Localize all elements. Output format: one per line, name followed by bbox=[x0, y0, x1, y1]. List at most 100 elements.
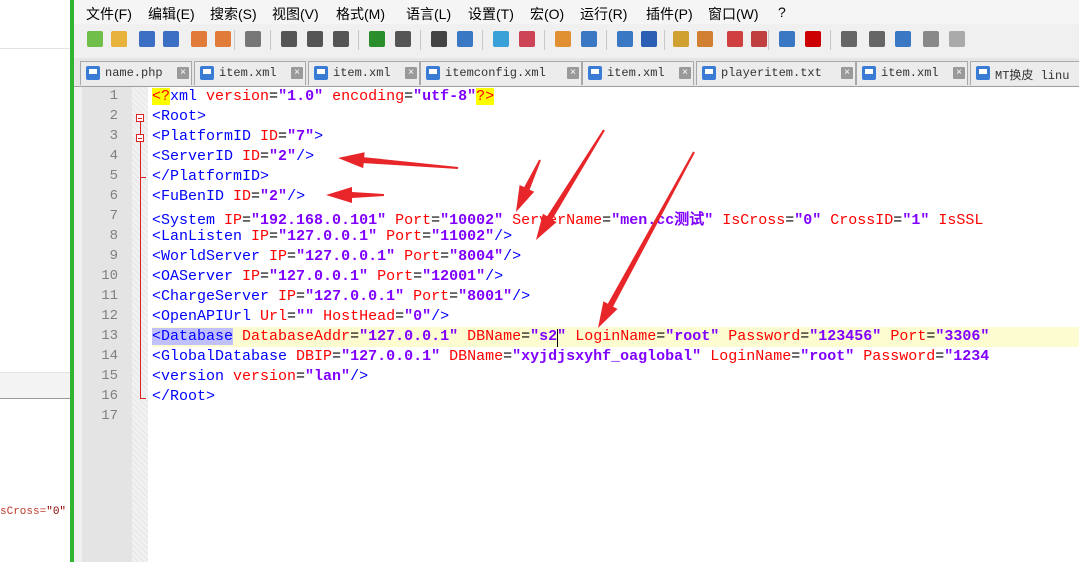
menu-item-5[interactable]: 语言(L) bbox=[406, 4, 451, 24]
file-tab[interactable]: MT换皮 linu bbox=[970, 61, 1079, 85]
code-line[interactable]: <OAServer IP="127.0.0.1" Port="12001"/> bbox=[152, 268, 503, 288]
toolbar-button-replace[interactable] bbox=[454, 28, 476, 50]
menu-item-4[interactable]: 格式(M) bbox=[336, 4, 385, 24]
fold-toggle-platformid[interactable] bbox=[136, 134, 144, 142]
close-tab-icon[interactable]: × bbox=[405, 67, 417, 79]
code-line[interactable]: <FuBenID ID="2"/> bbox=[152, 188, 305, 208]
file-tab[interactable]: name.php × bbox=[80, 61, 192, 85]
code-line[interactable]: <GlobalDatabase DBIP="127.0.0.1" DBName=… bbox=[152, 348, 989, 368]
toolbar-button-undo[interactable] bbox=[366, 28, 388, 50]
file-tab[interactable]: itemconfig.xml × bbox=[420, 61, 582, 85]
code-token: "8001" bbox=[458, 288, 513, 305]
record-macro-icon bbox=[841, 31, 857, 47]
menu-item-8[interactable]: 运行(R) bbox=[580, 4, 627, 24]
toolbar-button-record-macro[interactable] bbox=[838, 28, 860, 50]
menu-item-3[interactable]: 视图(V) bbox=[272, 4, 319, 24]
file-tab[interactable]: playeritem.txt × bbox=[696, 61, 856, 85]
close-tab-icon[interactable]: × bbox=[177, 67, 189, 79]
toolbar-button-monitoring[interactable] bbox=[802, 28, 824, 50]
find-icon bbox=[431, 31, 447, 47]
fold-toggle-root[interactable] bbox=[136, 114, 144, 122]
toolbar-button-function-list[interactable] bbox=[748, 28, 770, 50]
code-line[interactable]: <version version="lan"/> bbox=[152, 368, 368, 388]
fold-end-marker bbox=[140, 177, 146, 178]
menu-item-9[interactable]: 插件(P) bbox=[646, 4, 693, 24]
close-tab-icon[interactable]: × bbox=[291, 67, 303, 79]
toolbar-button-indent-guide[interactable] bbox=[670, 28, 692, 50]
code-line[interactable]: <WorldServer IP="127.0.0.1" Port="8004"/… bbox=[152, 248, 521, 268]
fold-line bbox=[140, 142, 141, 398]
menu-item-0[interactable]: 文件(F) bbox=[86, 4, 132, 24]
code-line[interactable]: <System IP="192.168.0.101" Port="10002" … bbox=[152, 208, 983, 229]
code-line[interactable]: <?xml version="1.0" encoding="utf-8"?> bbox=[152, 88, 495, 108]
close-tab-icon[interactable]: × bbox=[841, 67, 853, 79]
file-tab[interactable]: item.xml × bbox=[194, 61, 306, 85]
code-line[interactable]: <Database DatabaseAddr="127.0.0.1" DBNam… bbox=[152, 328, 989, 348]
toolbar-button-print[interactable] bbox=[242, 28, 264, 50]
code-token: <ServerID bbox=[152, 148, 243, 165]
file-tab[interactable]: item.xml × bbox=[582, 61, 694, 85]
code-token: <GlobalDatabase bbox=[152, 348, 297, 365]
toolbar-button-word-wrap[interactable] bbox=[614, 28, 636, 50]
code-line[interactable]: <Root> bbox=[152, 108, 206, 128]
menu-item-10[interactable]: 窗口(W) bbox=[708, 4, 759, 24]
toolbar-button-sync-horizontal[interactable] bbox=[578, 28, 600, 50]
background-divider bbox=[0, 48, 70, 49]
code-area[interactable]: <?xml version="1.0" encoding="utf-8"?> <R… bbox=[152, 87, 1079, 562]
code-token: /> bbox=[494, 228, 513, 245]
menu-item-2[interactable]: 搜索(S) bbox=[210, 4, 257, 24]
toolbar-button-save-all[interactable] bbox=[160, 28, 182, 50]
toolbar-button-copy[interactable] bbox=[304, 28, 326, 50]
saved-file-icon bbox=[588, 66, 602, 80]
toolbar-button-show-all-chars[interactable] bbox=[638, 28, 660, 50]
file-tab[interactable]: item.xml × bbox=[856, 61, 968, 85]
close-tab-icon[interactable]: × bbox=[953, 67, 965, 79]
line-number: 14 bbox=[101, 348, 118, 364]
code-token: = bbox=[926, 328, 936, 345]
code-token: = bbox=[278, 128, 288, 145]
code-token: <OAServer bbox=[152, 268, 243, 285]
toolbar-button-cut[interactable] bbox=[278, 28, 300, 50]
toolbar-button-zoom-out[interactable] bbox=[516, 28, 538, 50]
toolbar-button-run-macro-multiple[interactable] bbox=[920, 28, 942, 50]
close-tab-icon[interactable]: × bbox=[679, 67, 691, 79]
code-line[interactable]: <ServerID ID="2"/> bbox=[152, 148, 314, 168]
code-line[interactable]: <OpenAPIUrl Url="" HostHead="0"/> bbox=[152, 308, 449, 328]
code-token: = bbox=[404, 88, 414, 105]
code-line[interactable]: <LanListen IP="127.0.0.1" Port="11002"/> bbox=[152, 228, 512, 248]
code-token: IP bbox=[242, 268, 261, 285]
code-token: = bbox=[332, 348, 342, 365]
toolbar-button-close[interactable] bbox=[188, 28, 210, 50]
toolbar-button-paste[interactable] bbox=[330, 28, 352, 50]
toolbar-button-new-file[interactable] bbox=[84, 28, 106, 50]
toolbar-button-find[interactable] bbox=[428, 28, 450, 50]
toolbar-button-redo[interactable] bbox=[392, 28, 414, 50]
menu-item-11[interactable]: ? bbox=[778, 4, 786, 20]
code-token: = bbox=[251, 188, 261, 205]
toolbar-button-doc-map[interactable] bbox=[724, 28, 746, 50]
menu-item-6[interactable]: 设置(T) bbox=[468, 4, 514, 24]
toolbar-button-sync-vertical[interactable] bbox=[552, 28, 574, 50]
toolbar-button-folder-workspace[interactable] bbox=[776, 28, 798, 50]
close-tab-icon[interactable]: × bbox=[567, 67, 579, 79]
code-token: /> bbox=[485, 268, 504, 285]
menu-item-7[interactable]: 宏(O) bbox=[530, 4, 564, 24]
toolbar-button-play-macro[interactable] bbox=[892, 28, 914, 50]
code-line[interactable]: <PlatformID ID="7"> bbox=[152, 128, 323, 148]
code-token: "lan" bbox=[305, 368, 351, 385]
line-number: 1 bbox=[109, 88, 118, 104]
toolbar-button-zoom-in[interactable] bbox=[490, 28, 512, 50]
file-tab[interactable]: item.xml × bbox=[308, 61, 420, 85]
toolbar-button-save-macro[interactable] bbox=[946, 28, 968, 50]
code-token: = bbox=[413, 268, 423, 285]
editor-pane[interactable]: 1 2 3 4 5 6 7 8 9 10 11 12 13 14 15 16 17 <?xml version=… bbox=[82, 87, 1079, 562]
code-line[interactable]: </PlatformID> bbox=[152, 168, 269, 188]
code-line[interactable]: </Root> bbox=[152, 388, 215, 408]
toolbar-button-close-all[interactable] bbox=[212, 28, 234, 50]
toolbar-button-open-file[interactable] bbox=[108, 28, 130, 50]
toolbar-button-stop-macro[interactable] bbox=[866, 28, 888, 50]
menu-item-1[interactable]: 编辑(E) bbox=[148, 4, 195, 24]
toolbar-button-save[interactable] bbox=[136, 28, 158, 50]
toolbar-button-udl[interactable] bbox=[694, 28, 716, 50]
code-line[interactable]: <ChargeServer IP="127.0.0.1" Port="8001"… bbox=[152, 288, 530, 308]
